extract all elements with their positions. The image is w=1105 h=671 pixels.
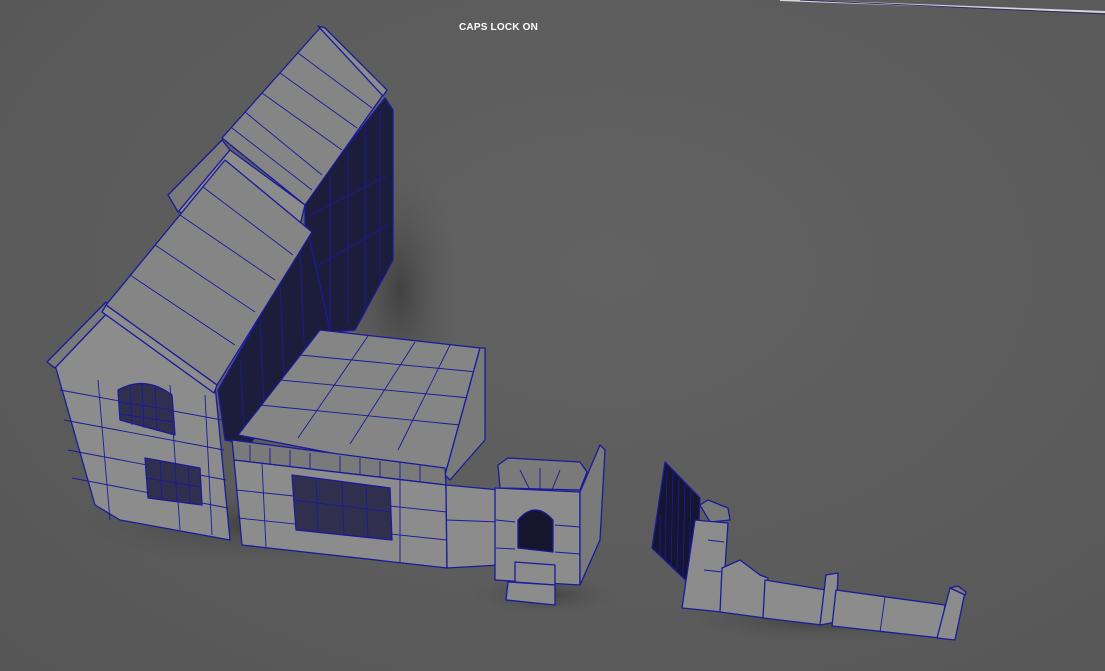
3d-viewport[interactable]: CAPS LOCK ON bbox=[0, 0, 1105, 671]
scene-canvas[interactable] bbox=[0, 0, 1105, 671]
connecting-wall bbox=[445, 484, 501, 569]
grid-horizon-shadow bbox=[799, 0, 1105, 15]
